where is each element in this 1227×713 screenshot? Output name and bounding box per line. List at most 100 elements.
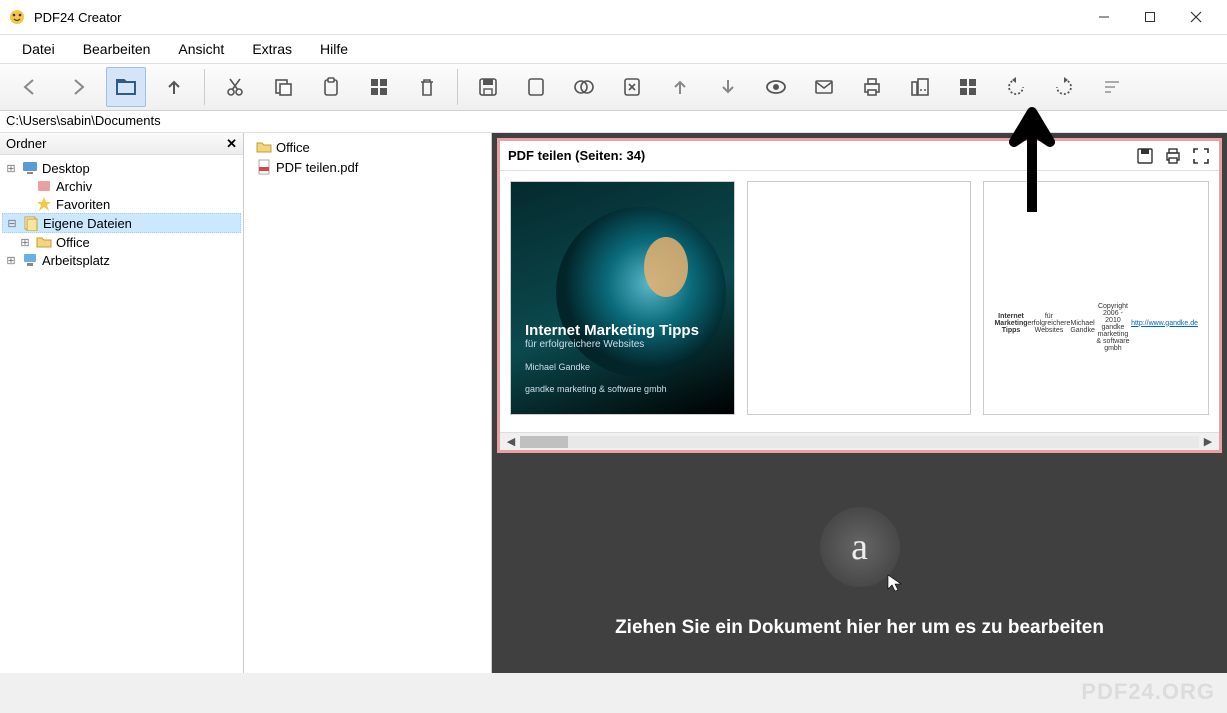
sort-button[interactable] bbox=[1092, 67, 1132, 107]
cover-author: Michael Gandke bbox=[525, 362, 699, 372]
paste-button[interactable] bbox=[311, 67, 351, 107]
titlebar: PDF24 Creator bbox=[0, 0, 1227, 35]
document-title: PDF teilen (Seiten: 34) bbox=[508, 148, 645, 163]
window-controls bbox=[1081, 0, 1219, 35]
menu-view[interactable]: Ansicht bbox=[164, 37, 238, 61]
doc-print-button[interactable] bbox=[1163, 146, 1183, 166]
preview-button[interactable] bbox=[756, 67, 796, 107]
forward-button[interactable] bbox=[58, 67, 98, 107]
cover-title: Internet Marketing Tipps bbox=[525, 322, 699, 339]
save-button[interactable] bbox=[468, 67, 508, 107]
drop-instruction: Ziehen Sie ein Dokument hier her um es z… bbox=[615, 617, 1104, 639]
move-up-button[interactable] bbox=[660, 67, 700, 107]
menu-extras[interactable]: Extras bbox=[238, 37, 306, 61]
document-header: PDF teilen (Seiten: 34) bbox=[500, 141, 1219, 171]
maximize-button[interactable] bbox=[1127, 0, 1173, 35]
folder-icon bbox=[36, 234, 52, 250]
pdf-icon bbox=[256, 159, 272, 175]
star-icon bbox=[36, 196, 52, 212]
folder-icon bbox=[256, 139, 272, 155]
scroll-right-icon[interactable]: ▶ bbox=[1201, 435, 1215, 448]
drop-zone[interactable]: a Ziehen Sie ein Dokument hier her um es… bbox=[492, 473, 1227, 673]
cover-subtitle: für erfolgreichere Websites bbox=[525, 339, 699, 350]
cover-text: Internet Marketing Tipps für erfolgreich… bbox=[525, 322, 699, 394]
menu-edit[interactable]: Bearbeiten bbox=[69, 37, 165, 61]
expander-icon[interactable]: ⊞ bbox=[4, 162, 18, 175]
desktop-icon bbox=[22, 160, 38, 176]
file-item-folder[interactable]: Office bbox=[248, 137, 487, 157]
cursor-icon bbox=[886, 573, 906, 593]
tree-item-desktop[interactable]: ⊞ Desktop bbox=[2, 159, 241, 177]
document-actions bbox=[1135, 146, 1211, 166]
folder-pane-title: Ordner bbox=[6, 136, 46, 151]
tree-label: Desktop bbox=[42, 161, 90, 176]
file-list-pane: Office PDF teilen.pdf bbox=[244, 133, 492, 673]
email-button[interactable] bbox=[804, 67, 844, 107]
new-page-button[interactable] bbox=[516, 67, 556, 107]
minimize-button[interactable] bbox=[1081, 0, 1127, 35]
fax-button[interactable] bbox=[900, 67, 940, 107]
tree-label: Eigene Dateien bbox=[43, 216, 132, 231]
thumbnail-scrollbar[interactable]: ◀ ▶ bbox=[500, 432, 1219, 450]
meta-l4: Copyright 2006 - 2010 gandke marketing &… bbox=[1095, 303, 1131, 352]
delete-button[interactable] bbox=[407, 67, 447, 107]
doc-save-button[interactable] bbox=[1135, 146, 1155, 166]
folder-pane-header: Ordner ✕ bbox=[0, 133, 243, 155]
content-area: Ordner ✕ ⊞ Desktop Archiv Favoriten ⊟ bbox=[0, 133, 1227, 673]
merge-button[interactable] bbox=[564, 67, 604, 107]
meta-l5: http://www.gandke.de bbox=[1131, 320, 1198, 327]
tree-label: Favoriten bbox=[56, 197, 110, 212]
folder-tree: ⊞ Desktop Archiv Favoriten ⊟ Eigene Date… bbox=[0, 155, 243, 673]
folder-tree-pane: Ordner ✕ ⊞ Desktop Archiv Favoriten ⊟ bbox=[0, 133, 244, 673]
tree-item-arbeitsplatz[interactable]: ⊞ Arbeitsplatz bbox=[2, 251, 241, 269]
cover-company: gandke marketing & software gmbh bbox=[525, 384, 699, 394]
remove-page-button[interactable] bbox=[612, 67, 652, 107]
tree-item-eigene-dateien[interactable]: ⊟ Eigene Dateien bbox=[2, 213, 241, 233]
tiles-button[interactable] bbox=[948, 67, 988, 107]
cut-button[interactable] bbox=[215, 67, 255, 107]
move-down-button[interactable] bbox=[708, 67, 748, 107]
close-pane-icon[interactable]: ✕ bbox=[226, 136, 237, 152]
print-button[interactable] bbox=[852, 67, 892, 107]
document-card: PDF teilen (Seiten: 34) Internet Marketi… bbox=[497, 138, 1222, 453]
tree-label: Archiv bbox=[56, 179, 92, 194]
archive-icon bbox=[36, 178, 52, 194]
tree-item-office[interactable]: ⊞ Office bbox=[2, 233, 241, 251]
path-bar[interactable]: C:\Users\sabin\Documents bbox=[0, 111, 1227, 133]
menu-file[interactable]: Datei bbox=[8, 37, 69, 61]
expander-icon[interactable]: ⊞ bbox=[4, 254, 18, 267]
scroll-track[interactable] bbox=[520, 436, 1199, 448]
scroll-left-icon[interactable]: ◀ bbox=[504, 435, 518, 448]
page-thumb-3[interactable]: Internet Marketing Tipps für erfolgreich… bbox=[983, 181, 1209, 415]
watermark: PDF24.ORG bbox=[1081, 679, 1215, 705]
work-area[interactable]: PDF teilen (Seiten: 34) Internet Marketi… bbox=[492, 133, 1227, 673]
page-thumb-2[interactable] bbox=[747, 181, 972, 415]
toolbar bbox=[0, 63, 1227, 111]
expander-icon[interactable]: ⊞ bbox=[18, 236, 32, 249]
meta-l2: für erfolgreichere Websites bbox=[1028, 313, 1071, 334]
rotate-right-button[interactable] bbox=[1044, 67, 1084, 107]
expander-icon[interactable]: ⊟ bbox=[5, 217, 19, 230]
doc-fullscreen-button[interactable] bbox=[1191, 146, 1211, 166]
tree-item-archiv[interactable]: Archiv bbox=[2, 177, 241, 195]
folder-button[interactable] bbox=[106, 67, 146, 107]
copy-button[interactable] bbox=[263, 67, 303, 107]
up-button[interactable] bbox=[154, 67, 194, 107]
page-thumbnails: Internet Marketing Tipps für erfolgreich… bbox=[500, 171, 1219, 432]
file-item-pdf[interactable]: PDF teilen.pdf bbox=[248, 157, 487, 177]
drop-logo-icon: a bbox=[820, 507, 900, 587]
close-button[interactable] bbox=[1173, 0, 1219, 35]
file-list: Office PDF teilen.pdf bbox=[244, 133, 491, 181]
file-name: PDF teilen.pdf bbox=[276, 160, 358, 175]
computer-icon bbox=[22, 252, 38, 268]
tree-label: Office bbox=[56, 235, 90, 250]
scroll-thumb[interactable] bbox=[520, 436, 568, 448]
back-button[interactable] bbox=[10, 67, 50, 107]
grid-view-button[interactable] bbox=[359, 67, 399, 107]
tree-item-favoriten[interactable]: Favoriten bbox=[2, 195, 241, 213]
page-thumb-1[interactable]: Internet Marketing Tipps für erfolgreich… bbox=[510, 181, 735, 415]
file-name: Office bbox=[276, 140, 310, 155]
meta-l3: Michael Gandke bbox=[1070, 320, 1095, 334]
menu-help[interactable]: Hilfe bbox=[306, 37, 362, 61]
rotate-left-button[interactable] bbox=[996, 67, 1036, 107]
